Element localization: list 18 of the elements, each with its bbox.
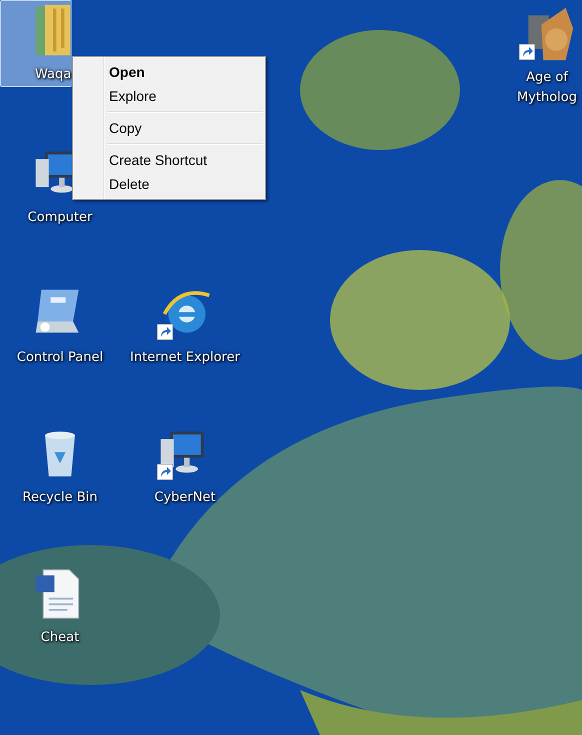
desktop-icon[interactable]: CyberNet (124, 424, 246, 508)
desktop-icon[interactable]: Internet Explorer (124, 284, 246, 368)
icon-label: CyberNet (154, 489, 216, 507)
icon-label: Waqa (34, 66, 72, 84)
menu-item[interactable]: Open (75, 60, 263, 84)
menu-item[interactable]: Create Shortcut (75, 148, 263, 172)
icon-label: Internet Explorer (130, 349, 240, 367)
desktop-icon[interactable]: Recycle Bin (0, 424, 121, 508)
icon-label: Control Panel (16, 349, 104, 367)
menu-item[interactable]: Explore (75, 84, 263, 108)
desktop-icon[interactable]: Age of Mytholog (512, 4, 582, 110)
menu-item[interactable]: Delete (75, 172, 263, 196)
icon-label: Computer (28, 209, 92, 227)
desktop-icon[interactable]: Control Panel (0, 284, 121, 368)
icon-label: Recycle Bin (22, 489, 98, 507)
icon-label: Cheat (40, 629, 80, 647)
menu-item[interactable]: Copy (75, 116, 263, 140)
icon-label: Age of Mytholog (516, 69, 578, 107)
